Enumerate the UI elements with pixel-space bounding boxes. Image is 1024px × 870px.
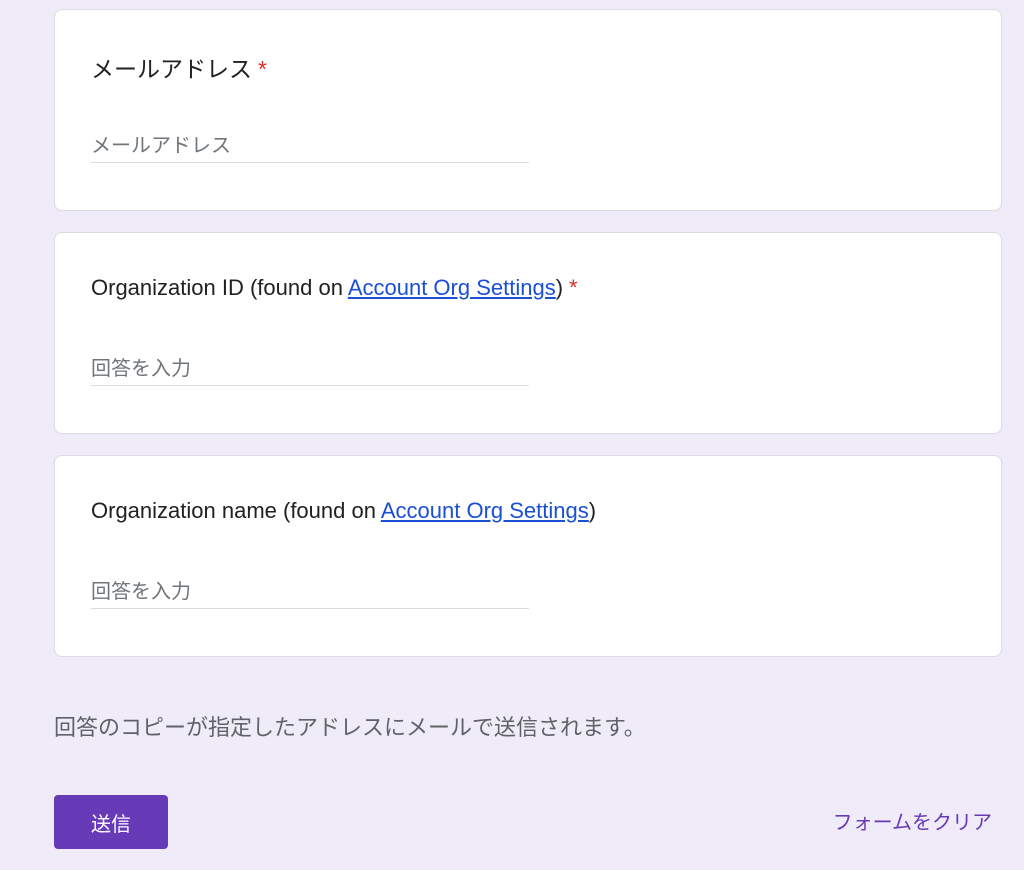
- question-title-suffix: ): [555, 275, 564, 300]
- organization-name-question-card: Organization name (found on Account Org …: [54, 455, 1002, 657]
- question-title: メールアドレス *: [91, 50, 267, 84]
- question-title: Organization ID (found on Account Org Se…: [91, 275, 578, 301]
- question-title: Organization name (found on Account Org …: [91, 498, 596, 524]
- question-title-text: メールアドレス: [91, 56, 252, 82]
- question-title-prefix: Organization ID (found on: [91, 275, 348, 300]
- clear-form-button[interactable]: フォームをクリア: [833, 806, 992, 835]
- account-org-settings-link[interactable]: Account Org Settings: [381, 498, 589, 523]
- account-org-settings-link[interactable]: Account Org Settings: [348, 275, 556, 300]
- required-asterisk: *: [569, 275, 578, 300]
- organization-name-input[interactable]: [91, 576, 529, 609]
- question-title-suffix: ): [588, 498, 597, 523]
- organization-id-question-card: Organization ID (found on Account Org Se…: [54, 232, 1002, 434]
- email-input[interactable]: [91, 130, 529, 163]
- organization-id-input[interactable]: [91, 353, 529, 386]
- required-asterisk: *: [258, 56, 267, 82]
- submit-button[interactable]: 送信: [54, 795, 168, 849]
- copy-notice: 回答のコピーが指定したアドレスにメールで送信されます。: [54, 715, 646, 740]
- email-question-card: メールアドレス *: [54, 9, 1002, 211]
- question-title-prefix: Organization name (found on: [91, 498, 381, 523]
